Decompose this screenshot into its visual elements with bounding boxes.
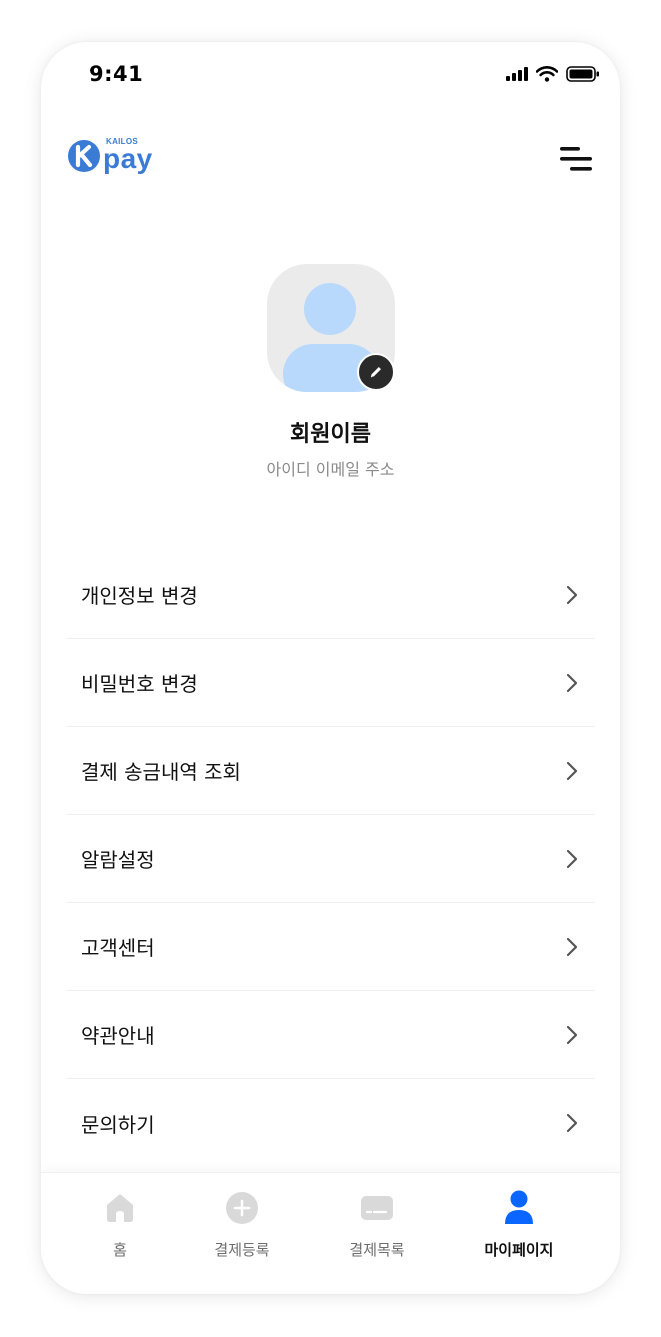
chevron-right-icon (566, 585, 578, 604)
phone-frame: 9:41 KAILOS pay 회원이름 아이디 이메일 주소 개인정보 변경 … (41, 42, 620, 1294)
hamburger-menu-button[interactable] (558, 143, 594, 175)
tab-label: 홈 (113, 1241, 127, 1259)
menu-item-customer-center[interactable]: 고객센터 (67, 903, 594, 991)
menu-item-label: 비밀번호 변경 (81, 672, 198, 696)
tab-label: 결제등록 (214, 1241, 270, 1259)
menu-item-notification-settings[interactable]: 알람설정 (67, 815, 594, 903)
menu-item-label: 개인정보 변경 (81, 584, 198, 608)
battery-icon (566, 66, 599, 82)
tab-label: 마이페이지 (484, 1241, 554, 1259)
tab-my-page[interactable]: 마이페이지 (459, 1173, 579, 1273)
member-name: 회원이름 (290, 422, 371, 447)
tab-label: 결제목록 (349, 1241, 405, 1259)
menu-item-payment-history[interactable]: 결제 송금내역 조회 (67, 727, 594, 815)
pencil-icon (371, 367, 381, 378)
chevron-right-icon (566, 1113, 578, 1133)
chevron-right-icon (566, 761, 578, 780)
menu-item-terms[interactable]: 약관안내 (67, 991, 594, 1079)
member-email: 아이디 이메일 주소 (266, 460, 395, 479)
plus-circle-icon (225, 1191, 259, 1225)
kailos-k-logo-icon (68, 139, 100, 172)
wifi-icon (536, 66, 558, 82)
menu-item-label: 결제 송금내역 조회 (81, 760, 241, 784)
chevron-right-icon (566, 849, 578, 868)
menu-item-label: 알람설정 (81, 848, 155, 872)
profile-avatar[interactable] (267, 264, 395, 392)
chevron-right-icon (566, 937, 578, 956)
tab-payment-register[interactable]: 결제등록 (182, 1173, 302, 1273)
bottom-tab-bar: 홈 결제등록 결제목록 마이페이지 (41, 1172, 620, 1294)
menu-item-inquiry[interactable]: 문의하기 (67, 1079, 594, 1167)
cellular-signal-icon (506, 67, 528, 81)
chevron-right-icon (566, 673, 578, 692)
status-bar: 9:41 (41, 42, 620, 102)
status-time: 9:41 (89, 62, 144, 86)
tab-home[interactable]: 홈 (60, 1173, 180, 1273)
menu-item-password-change[interactable]: 비밀번호 변경 (67, 639, 594, 727)
home-icon (103, 1191, 137, 1225)
menu-item-profile-edit[interactable]: 개인정보 변경 (67, 551, 594, 639)
person-icon (502, 1190, 536, 1225)
settings-menu-list: 개인정보 변경 비밀번호 변경 결제 송금내역 조회 알람설정 고객센터 약관안… (67, 551, 594, 1167)
menu-item-label: 약관안내 (81, 1024, 155, 1048)
status-icons (506, 66, 600, 82)
chevron-right-icon (566, 1025, 578, 1044)
kailos-pay-logo[interactable]: KAILOS pay (67, 138, 153, 173)
tab-payment-list[interactable]: 결제목록 (317, 1173, 437, 1273)
card-list-icon (360, 1191, 394, 1225)
menu-item-label: 고객센터 (81, 936, 155, 960)
logo-brand-word: pay (103, 143, 153, 174)
menu-lines-icon (560, 147, 592, 171)
menu-item-label: 문의하기 (81, 1112, 155, 1137)
edit-profile-button[interactable] (357, 353, 395, 391)
